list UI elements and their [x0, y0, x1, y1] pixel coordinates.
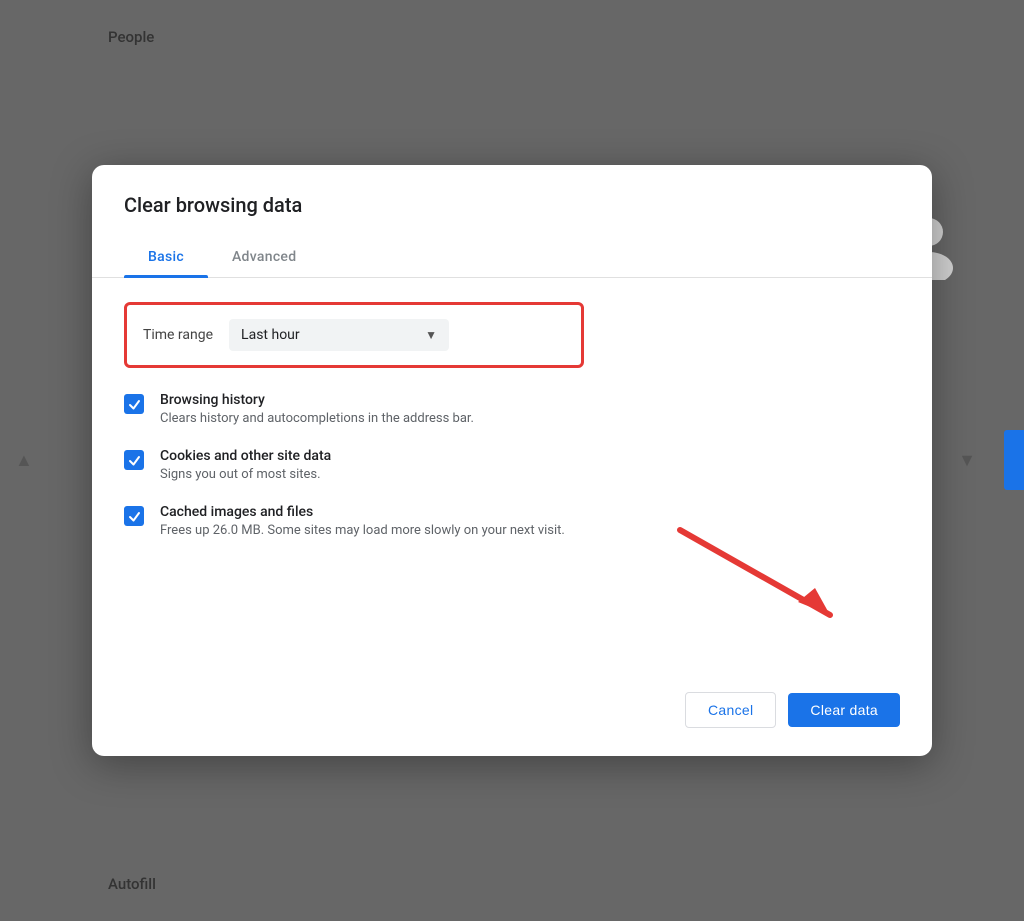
cached-images-item: Cached images and files Frees up 26.0 MB… [124, 504, 900, 538]
time-range-label: Time range [143, 327, 213, 343]
tab-basic[interactable]: Basic [124, 237, 208, 277]
cached-images-desc: Frees up 26.0 MB. Some sites may load mo… [160, 523, 565, 538]
dialog-body: Time range Last hour ▼ Browsing history … [92, 278, 932, 684]
scroll-right-icon[interactable]: ▼ [958, 450, 976, 471]
red-arrow-annotation [650, 520, 870, 640]
chevron-down-icon: ▼ [425, 328, 437, 342]
background-autofill-text: Autofill [108, 875, 156, 893]
cancel-button[interactable]: Cancel [685, 692, 776, 728]
cookies-checkbox[interactable] [124, 450, 144, 470]
dialog-footer: Cancel Clear data [92, 684, 932, 732]
cached-images-checkbox[interactable] [124, 506, 144, 526]
cached-images-title: Cached images and files [160, 504, 565, 520]
clear-data-button[interactable]: Clear data [788, 693, 900, 727]
time-range-value: Last hour [241, 327, 300, 343]
browsing-history-checkbox[interactable] [124, 394, 144, 414]
browsing-history-item: Browsing history Clears history and auto… [124, 392, 900, 426]
sidebar-blue-button[interactable] [1004, 430, 1024, 490]
background-people-text: People [108, 28, 154, 46]
clear-browsing-data-dialog: Clear browsing data Basic Advanced Time … [92, 165, 932, 756]
cookies-title: Cookies and other site data [160, 448, 331, 464]
time-range-row: Time range Last hour ▼ [124, 302, 584, 368]
time-range-select[interactable]: Last hour ▼ [229, 319, 449, 351]
scroll-left-icon[interactable]: ▲ [15, 450, 33, 471]
cookies-item: Cookies and other site data Signs you ou… [124, 448, 900, 482]
dialog-title: Clear browsing data [92, 193, 932, 237]
browsing-history-desc: Clears history and autocompletions in th… [160, 411, 474, 426]
annotation-arrow-container [124, 560, 900, 660]
tabs-container: Basic Advanced [92, 237, 932, 278]
tab-advanced[interactable]: Advanced [208, 237, 320, 277]
browsing-history-title: Browsing history [160, 392, 474, 408]
cookies-desc: Signs you out of most sites. [160, 467, 331, 482]
